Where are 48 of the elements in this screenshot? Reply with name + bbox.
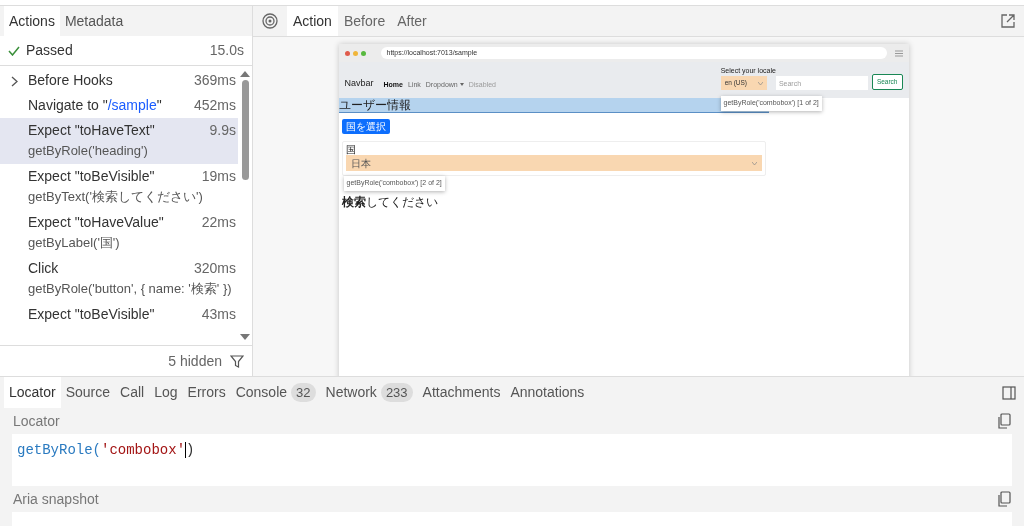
locator-code: getByRole('combobox') — [17, 442, 195, 458]
chevron-down-icon — [757, 81, 763, 85]
split-view-icon[interactable] — [1002, 385, 1016, 400]
section-label: Aria snapshot — [13, 489, 99, 509]
panel-tab[interactable]: Errors — [182, 377, 231, 408]
search-message: 検索してください — [341, 194, 439, 211]
panel-tab[interactable]: Log — [149, 377, 183, 408]
country-select[interactable]: 日本 — [345, 155, 762, 171]
panel-tab[interactable]: Console 32 — [230, 377, 321, 408]
panel-tab[interactable]: Attachments — [417, 377, 506, 408]
scroll-down-icon[interactable] — [240, 334, 250, 341]
test-duration: 15.0s — [209, 41, 244, 60]
panel-tab[interactable]: Network 233 — [320, 377, 418, 408]
sidebar-tab[interactable]: Metadata — [59, 6, 129, 36]
action-item[interactable]: Navigate to "/sample" 452ms — [0, 93, 238, 118]
check-icon — [8, 45, 20, 56]
action-item[interactable]: Expect "toBeVisible" 43ms — [0, 302, 238, 327]
sidebar-tab[interactable]: Actions — [4, 6, 60, 36]
scrollbar-thumb[interactable] — [241, 80, 249, 180]
menu-icon[interactable] — [894, 49, 903, 57]
status-label: Passed — [26, 41, 74, 60]
panel-tab[interactable]: Locator — [4, 377, 61, 408]
action-item[interactable]: Before Hooks 369ms — [0, 68, 238, 93]
chevron-down-icon — [751, 161, 757, 165]
action-item[interactable]: Expect "toBeVisible" 19ms getByText('検索してください') — [0, 164, 238, 210]
target-icon[interactable] — [261, 12, 279, 30]
action-item[interactable]: Expect "toHaveText" 9.9s getByRole('heading') — [0, 118, 238, 164]
hidden-count: 5 hidden — [168, 351, 222, 371]
action-item[interactable]: Expect "toHaveValue" 22ms getByLabel('国') — [0, 210, 238, 256]
chevron-right-icon — [11, 76, 18, 87]
panel-tab[interactable]: Annotations — [505, 377, 590, 408]
panel-tab[interactable]: Source — [60, 377, 116, 408]
action-item[interactable]: Click 320ms getByRole('button', { name: '検索' }) — [0, 256, 238, 302]
navbar-brand[interactable]: Navbar — [344, 76, 374, 90]
copy-icon[interactable] — [997, 491, 1011, 507]
select-country-button[interactable]: 国を選択 — [341, 119, 390, 134]
panel-tab[interactable]: Call — [115, 377, 150, 408]
filter-icon[interactable] — [230, 354, 244, 368]
section-label: Locator — [13, 411, 60, 431]
snapshot-tab[interactable]: Before — [337, 6, 392, 36]
open-external-icon[interactable] — [1000, 13, 1016, 29]
copy-icon[interactable] — [997, 413, 1011, 429]
snapshot-tab[interactable]: Action — [287, 6, 338, 36]
field-label: 国 — [345, 145, 357, 155]
scroll-up-icon[interactable] — [240, 70, 250, 77]
locator-editor[interactable]: getByRole('combobox') — [12, 434, 1012, 486]
caret-down-icon — [459, 83, 464, 87]
snapshot-tab[interactable]: After — [391, 6, 433, 36]
